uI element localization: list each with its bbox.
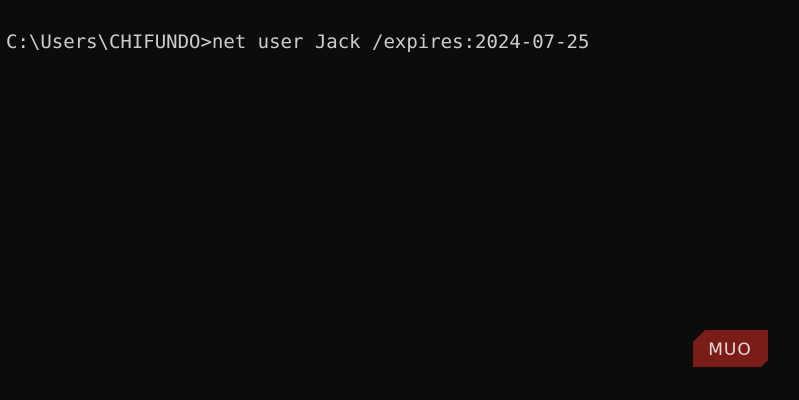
console-command-text: net user Jack /expires:2024-07-25 — [211, 31, 590, 53]
console-prompt: C:\Users\CHIFUNDO> — [6, 31, 212, 53]
muo-watermark-logo: MUO — [693, 330, 768, 367]
console-command-line: C:\Users\CHIFUNDO>net user Jack /expires… — [6, 30, 589, 54]
svg-text:MUO: MUO — [708, 340, 752, 360]
terminal-window[interactable]: C:\Users\CHIFUNDO>net user Jack /expires… — [0, 0, 799, 400]
